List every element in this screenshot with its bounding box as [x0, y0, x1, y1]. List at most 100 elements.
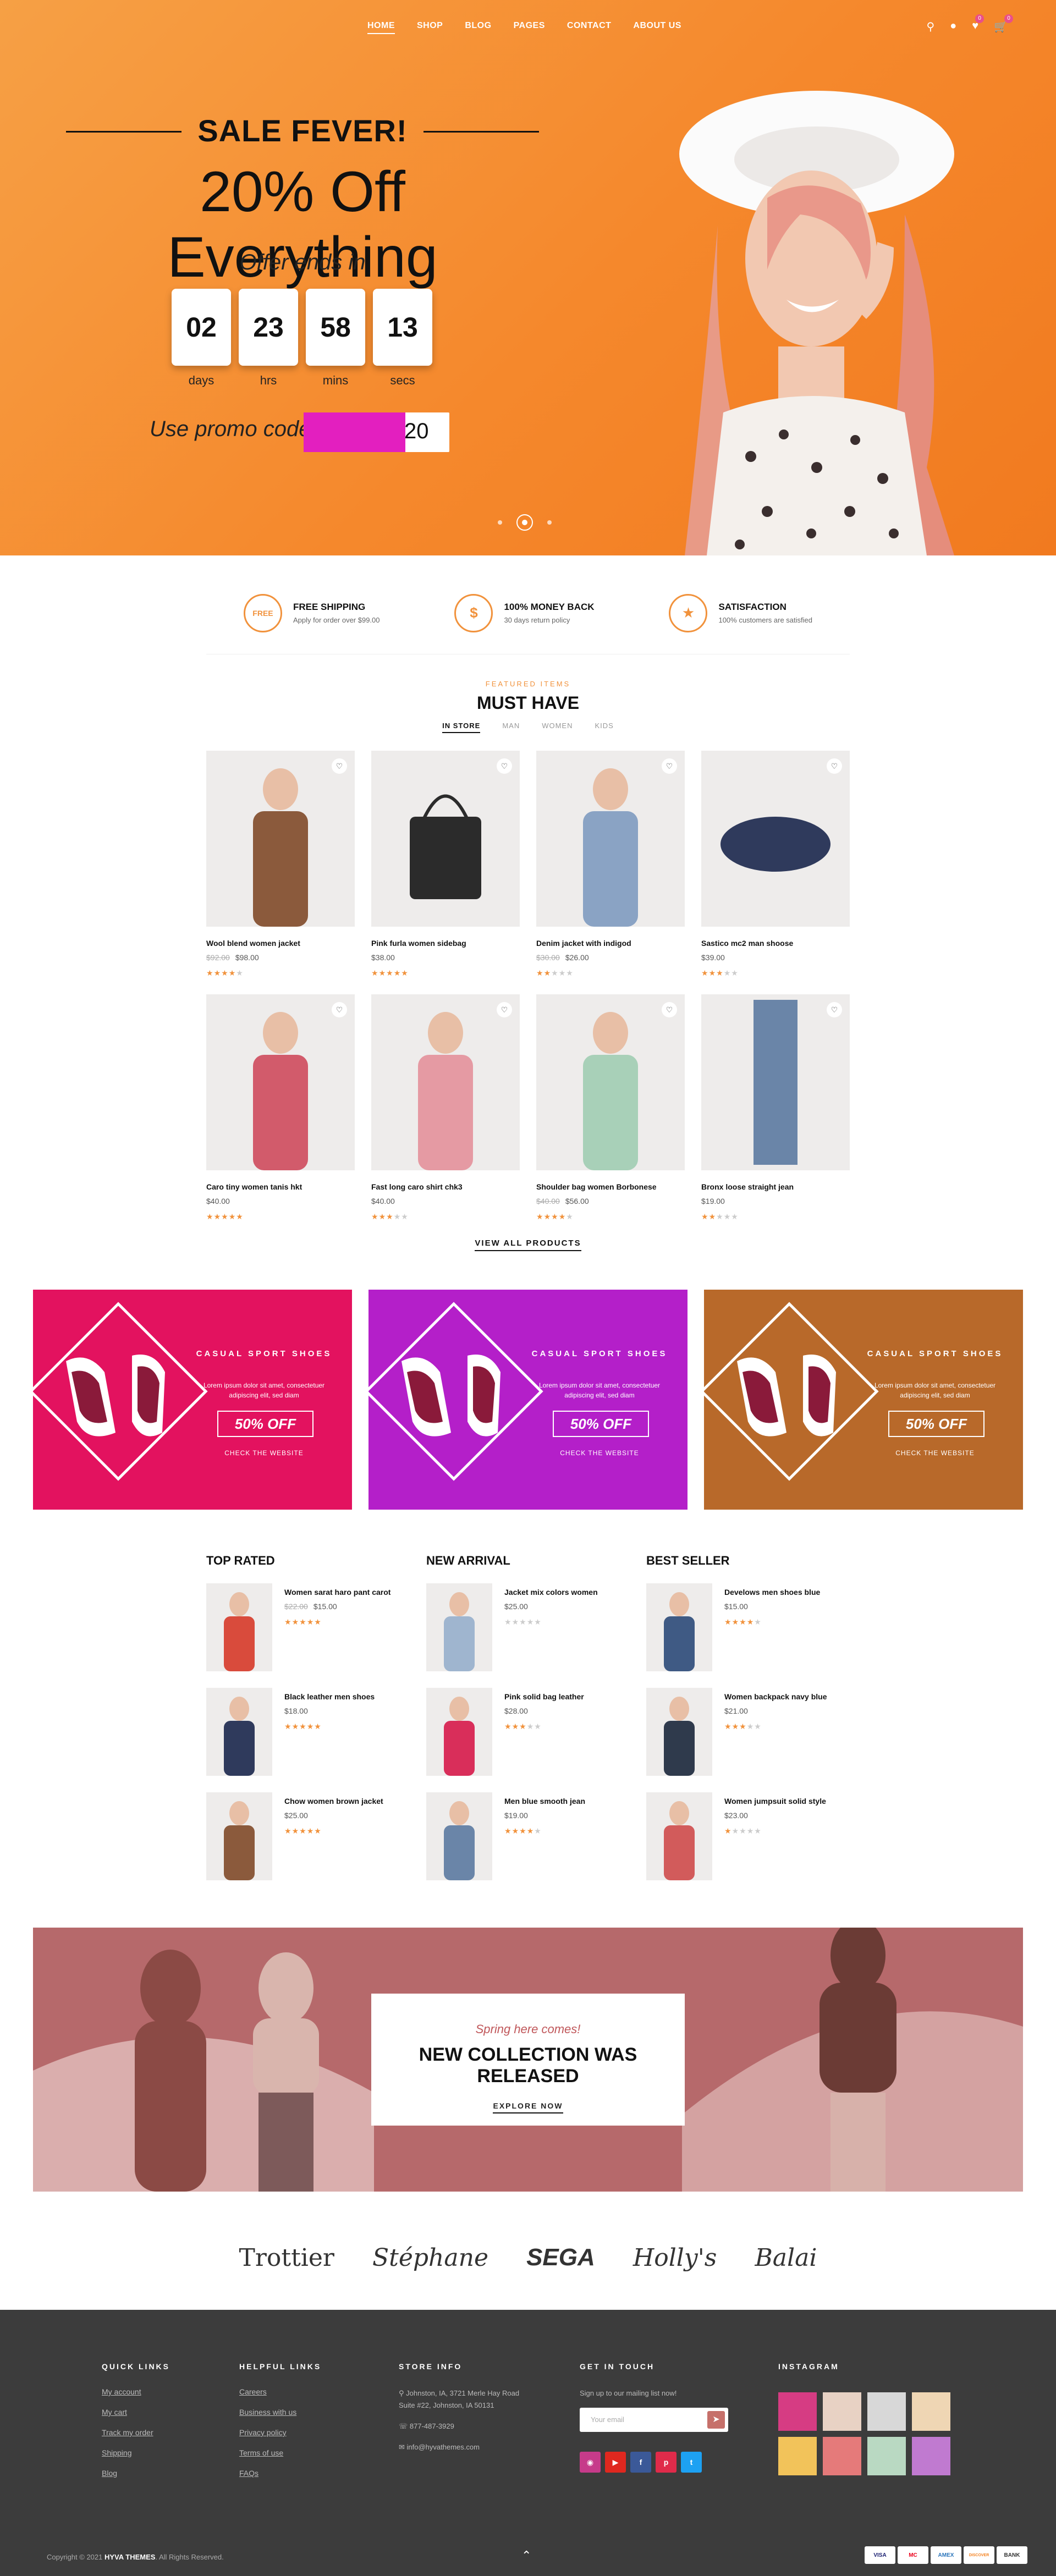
nav-home[interactable]: HOME	[367, 21, 395, 34]
product-name[interactable]: Caro tiny women tanis hkt	[206, 1182, 355, 1191]
product-card[interactable]: ♡ Caro tiny women tanis hkt $40.00 ★★★★★	[206, 994, 355, 1221]
list-item[interactable]: Develows men shoes blue $15.00 ★★★★★	[646, 1583, 844, 1688]
facebook-social-icon[interactable]: f	[630, 2452, 651, 2473]
product-card[interactable]: ♡ Pink furla women sidebag $38.00 ★★★★★	[371, 751, 520, 978]
product-image[interactable]: ♡	[701, 751, 850, 927]
list-item[interactable]: Jacket mix colors women $25.00 ★★★★★	[426, 1583, 624, 1688]
store-email-text[interactable]: info@hyvathemes.com	[407, 2443, 480, 2451]
product-name[interactable]: Sastico mc2 man shoose	[701, 939, 850, 948]
product-card[interactable]: ♡ Shoulder bag women Borbonese $40.00 $56.0…	[536, 994, 685, 1221]
back-to-top-icon[interactable]: ⌃	[521, 2549, 531, 2563]
sport-shoes-banner[interactable]: CASUAL SPORT SHOES Lorem ipsum dolor sit …	[33, 1290, 352, 1510]
cart-icon[interactable]: 🛒 0	[994, 14, 1013, 34]
footer-link[interactable]: Terms of use	[239, 2448, 321, 2457]
product-image[interactable]: ♡	[206, 994, 355, 1170]
list-item[interactable]: Women sarat haro pant carot $22.00 $15.00 ★…	[206, 1583, 404, 1688]
list-item-name[interactable]: Women sarat haro pant carot	[284, 1588, 391, 1597]
footer-link[interactable]: My cart	[102, 2408, 170, 2417]
instagram-thumb[interactable]	[823, 2392, 861, 2431]
list-item-image[interactable]	[426, 1583, 492, 1671]
product-image[interactable]: ♡	[206, 751, 355, 927]
list-item-name[interactable]: Pink solid bag leather	[504, 1692, 584, 1701]
heart-icon[interactable]: ♡	[497, 1002, 512, 1017]
pinterest-social-icon[interactable]: p	[656, 2452, 676, 2473]
newsletter-email-input[interactable]: Your email ➤	[580, 2408, 728, 2432]
list-item[interactable]: Men blue smooth jean $19.00 ★★★★★	[426, 1792, 624, 1897]
view-all-label[interactable]: VIEW ALL PRODUCTS	[475, 1239, 581, 1251]
instagram-thumb[interactable]	[912, 2392, 950, 2431]
slider-dot[interactable]	[547, 520, 552, 525]
nav-contact[interactable]: CONTACT	[567, 21, 612, 34]
list-item-image[interactable]	[646, 1792, 712, 1880]
slider-dot-active[interactable]	[516, 514, 533, 531]
check-website-link[interactable]: CHECK THE WEBSITE	[864, 1449, 1007, 1457]
nav-blog[interactable]: BLOG	[465, 21, 491, 34]
product-image[interactable]: ♡	[701, 994, 850, 1170]
product-image[interactable]: ♡	[536, 994, 685, 1170]
user-icon[interactable]: ●	[950, 20, 956, 34]
list-item[interactable]: Black leather men shoes $18.00 ★★★★★	[206, 1688, 404, 1792]
brand-logo[interactable]: Stéphane	[372, 2244, 488, 2272]
footer-link[interactable]: My account	[102, 2387, 170, 2396]
product-card[interactable]: ♡ Wool blend women jacket $92.00 $98.00 ★★★★…	[206, 751, 355, 978]
tab-in-store[interactable]: IN STORE	[442, 722, 481, 733]
product-name[interactable]: Wool blend women jacket	[206, 939, 355, 948]
sport-shoes-banner[interactable]: CASUAL SPORT SHOES Lorem ipsum dolor sit …	[704, 1290, 1023, 1510]
instagram-thumb[interactable]	[867, 2392, 906, 2431]
heart-icon[interactable]: ♡	[332, 758, 347, 774]
product-image[interactable]: ♡	[536, 751, 685, 927]
nav-about[interactable]: ABOUT US	[633, 21, 681, 34]
search-icon[interactable]: ⚲	[926, 20, 934, 34]
product-name[interactable]: Fast long caro shirt chk3	[371, 1182, 520, 1191]
slider-dot[interactable]	[498, 520, 502, 525]
heart-icon[interactable]: ♡	[497, 758, 512, 774]
brand-logo[interactable]: SEGA	[526, 2244, 595, 2271]
footer-link[interactable]: Track my order	[102, 2428, 170, 2437]
instagram-thumb[interactable]	[823, 2437, 861, 2475]
heart-icon[interactable]: ♡	[827, 1002, 842, 1017]
tab-man[interactable]: MAN	[502, 722, 520, 733]
nav-pages[interactable]: PAGES	[514, 21, 545, 34]
list-item[interactable]: Pink solid bag leather $28.00 ★★★★★	[426, 1688, 624, 1792]
list-item-image[interactable]	[426, 1688, 492, 1776]
product-name[interactable]: Bronx loose straight jean	[701, 1182, 850, 1191]
nav-shop[interactable]: SHOP	[417, 21, 443, 34]
heart-icon[interactable]: ♡	[332, 1002, 347, 1017]
twitter-social-icon[interactable]: t	[681, 2452, 702, 2473]
youtube-social-icon[interactable]: ▶	[605, 2452, 626, 2473]
brand-logo[interactable]: Balai	[755, 2244, 817, 2272]
tab-kids[interactable]: KIDS	[595, 722, 614, 733]
footer-link[interactable]: Privacy policy	[239, 2428, 321, 2437]
product-card[interactable]: ♡ Bronx loose straight jean $19.00 ★★★★★	[701, 994, 850, 1221]
list-item-name[interactable]: Women backpack navy blue	[724, 1692, 827, 1701]
list-item-image[interactable]	[646, 1688, 712, 1776]
list-item-image[interactable]	[206, 1688, 272, 1776]
product-image[interactable]: ♡	[371, 751, 520, 927]
list-item-image[interactable]	[206, 1583, 272, 1671]
footer-link[interactable]: Shipping	[102, 2448, 170, 2457]
list-item-name[interactable]: Women jumpsuit solid style	[724, 1797, 826, 1806]
instagram-social-icon[interactable]: ◉	[580, 2452, 601, 2473]
wishlist-icon[interactable]: ♥ 0	[972, 14, 985, 34]
list-item-name[interactable]: Chow women brown jacket	[284, 1797, 383, 1806]
product-image[interactable]: ♡	[371, 994, 520, 1170]
instagram-thumb[interactable]	[778, 2437, 817, 2475]
check-website-link[interactable]: CHECK THE WEBSITE	[193, 1449, 336, 1457]
view-all-products[interactable]: VIEW ALL PRODUCTS	[0, 1239, 1056, 1251]
product-card[interactable]: ♡ Sastico mc2 man shoose $39.00 ★★★★★	[701, 751, 850, 978]
footer-link[interactable]: Blog	[102, 2469, 170, 2478]
list-item-name[interactable]: Black leather men shoes	[284, 1692, 375, 1701]
tab-women[interactable]: WOMEN	[542, 722, 573, 733]
product-name[interactable]: Denim jacket with indigod	[536, 939, 685, 948]
brand-logo[interactable]: Trottier	[239, 2244, 334, 2272]
list-item-name[interactable]: Jacket mix colors women	[504, 1588, 598, 1597]
copyright-brand[interactable]: HYVA THEMES	[105, 2553, 155, 2561]
check-website-link[interactable]: CHECK THE WEBSITE	[528, 1449, 671, 1457]
list-item-image[interactable]	[426, 1792, 492, 1880]
list-item[interactable]: Women backpack navy blue $21.00 ★★★★★	[646, 1688, 844, 1792]
list-item[interactable]: Chow women brown jacket $25.00 ★★★★★	[206, 1792, 404, 1897]
heart-icon[interactable]: ♡	[662, 758, 677, 774]
list-item[interactable]: Women jumpsuit solid style $23.00 ★★★★★	[646, 1792, 844, 1897]
product-card[interactable]: ♡ Fast long caro shirt chk3 $40.00 ★★★★★	[371, 994, 520, 1221]
heart-icon[interactable]: ♡	[827, 758, 842, 774]
